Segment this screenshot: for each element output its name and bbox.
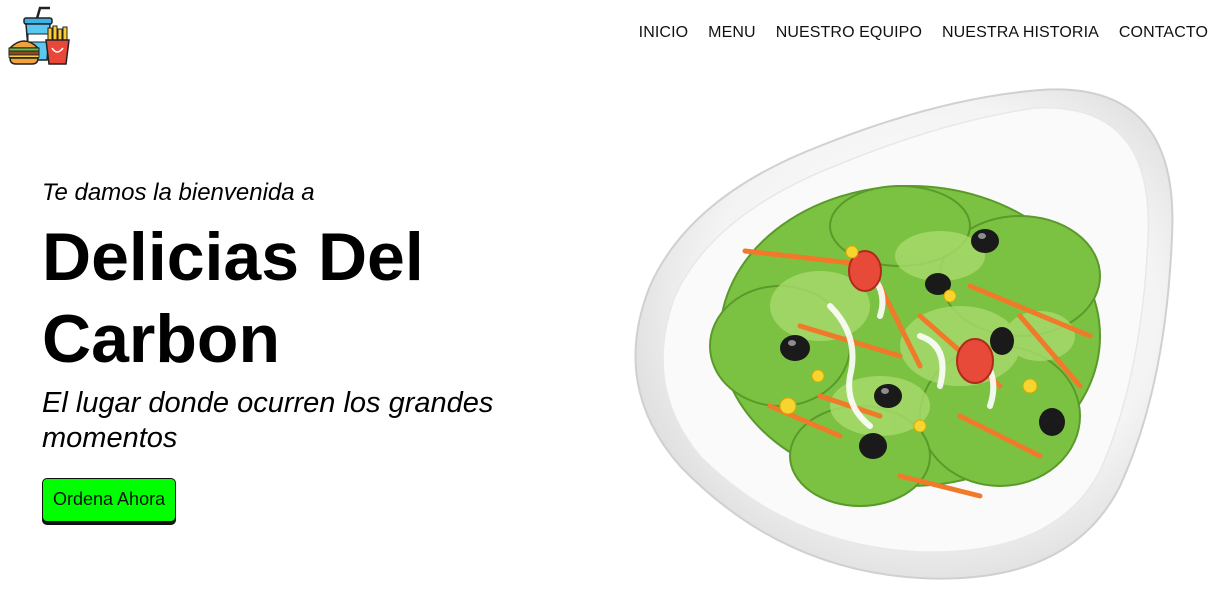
logo[interactable] <box>6 4 72 66</box>
nav-link-nuestro-equipo[interactable]: NUESTRO EQUIPO <box>776 24 922 42</box>
nav-link-inicio[interactable]: INICIO <box>639 24 689 42</box>
tagline-text: El lugar donde ocurren los grandes momen… <box>42 387 494 454</box>
nav-link-contacto[interactable]: CONTACTO <box>1119 24 1208 42</box>
nav-link-nuestra-historia[interactable]: NUESTRA HISTORIA <box>942 24 1099 42</box>
order-now-button[interactable]: Ordena Ahora <box>42 478 177 522</box>
welcome-text: Te damos la bienvenida a <box>42 179 315 206</box>
nav-link-menu[interactable]: MENU <box>708 24 756 42</box>
hero-section: Te damos la bienvenida a Delicias Del Ca… <box>42 176 602 522</box>
brand-title: Delicias Del Carbon <box>42 219 424 377</box>
main-nav: INICIO MENU NUESTRO EQUIPO NUESTRA HISTO… <box>619 24 1208 42</box>
salad-plate-image <box>620 86 1190 586</box>
salad-illustration <box>634 88 1174 580</box>
fast-food-combo-icon <box>8 6 70 65</box>
